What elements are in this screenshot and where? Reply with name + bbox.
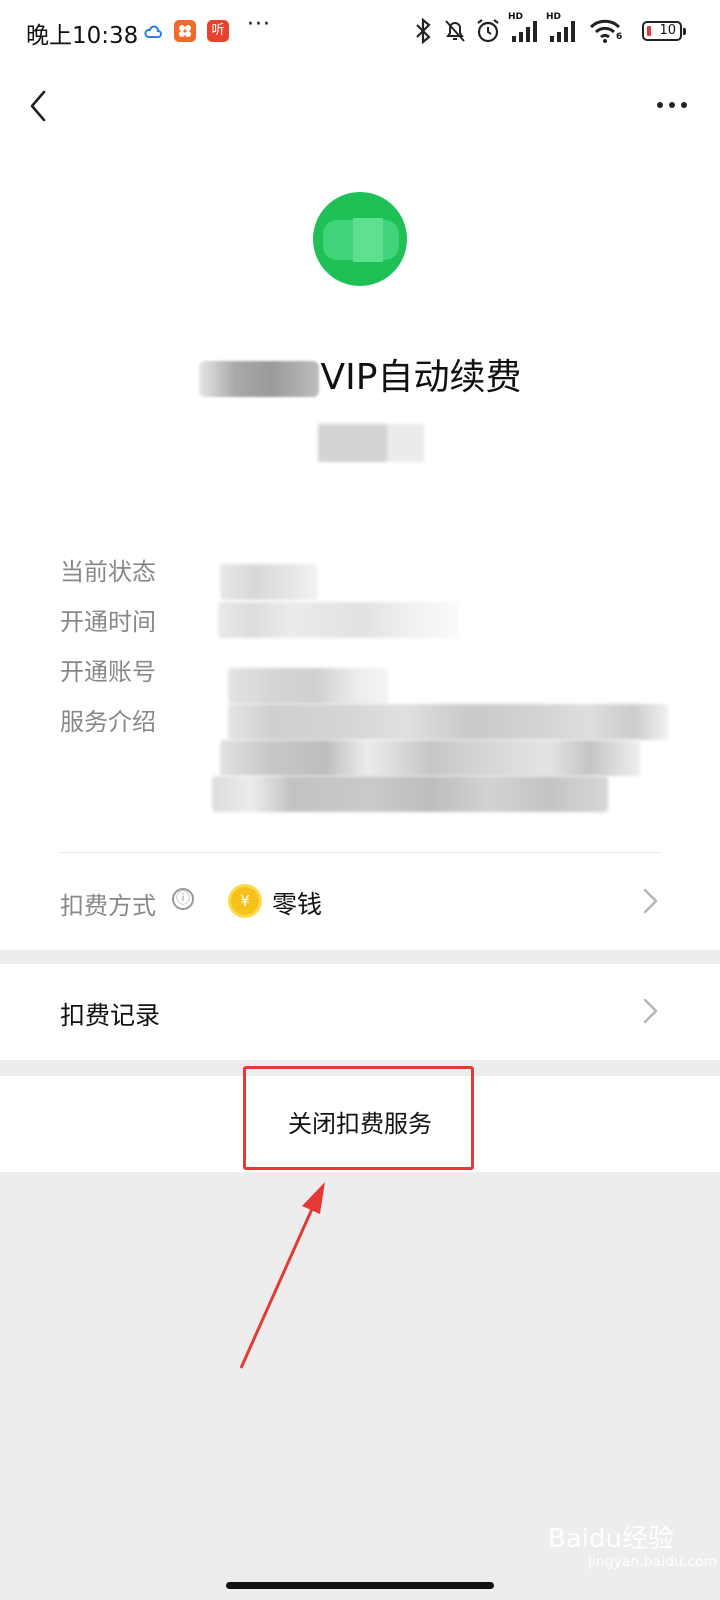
watermark-url: jingyan.baidu.com <box>588 1554 718 1570</box>
annotation-arrow <box>239 1182 325 1369</box>
home-indicator[interactable] <box>226 1582 494 1589</box>
watermark: Baidu经验 <box>548 1524 674 1554</box>
